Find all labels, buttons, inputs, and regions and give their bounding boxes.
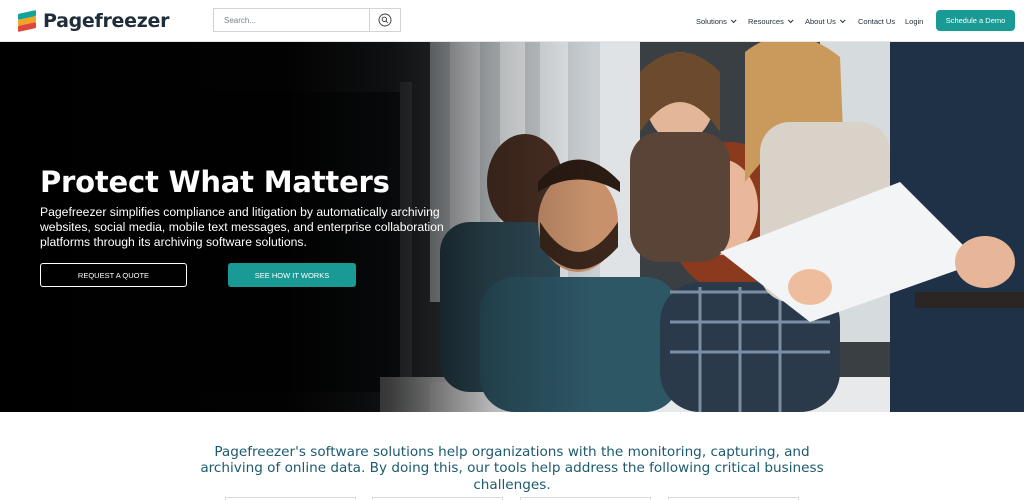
hero-title: Protect What Matters — [40, 165, 390, 199]
nav-resources[interactable]: Resources — [748, 0, 794, 42]
search-button[interactable] — [370, 9, 400, 31]
nav-login[interactable]: Login — [905, 0, 923, 42]
chevron-down-icon — [787, 17, 794, 24]
request-quote-button[interactable]: REQUEST A QUOTE — [40, 263, 187, 287]
intro-text: Pagefreezer's software solutions help or… — [200, 444, 824, 493]
schedule-demo-button[interactable]: Schedule a Demo — [936, 10, 1015, 31]
logo-icon — [16, 10, 38, 32]
hero-subtitle: Pagefreezer simplifies compliance and li… — [40, 205, 444, 249]
nav-label: Login — [905, 16, 924, 26]
nav-label: Contact Us — [858, 16, 896, 26]
nav-contact-us[interactable]: Contact Us — [858, 0, 895, 42]
see-how-it-works-button[interactable]: SEE HOW IT WORKS — [228, 263, 356, 287]
nav-about-us[interactable]: About Us — [805, 0, 846, 42]
chevron-down-icon — [839, 17, 846, 24]
nav-label: Solutions — [696, 16, 727, 26]
pagefreezer-logo[interactable]: Pagefreezer — [16, 9, 169, 33]
search-bar — [213, 8, 401, 32]
hero-banner: Protect What Matters Pagefreezer simplif… — [0, 42, 1024, 412]
nav-label: Resources — [748, 16, 784, 26]
nav-label: About Us — [805, 16, 836, 26]
logo-wordmark: Pagefreezer — [43, 10, 170, 32]
search-icon — [378, 13, 392, 27]
site-header: Pagefreezer Solutions Resources About Us… — [0, 0, 1024, 42]
nav-solutions[interactable]: Solutions — [696, 0, 737, 42]
search-input[interactable] — [214, 9, 370, 31]
chevron-down-icon — [730, 17, 737, 24]
